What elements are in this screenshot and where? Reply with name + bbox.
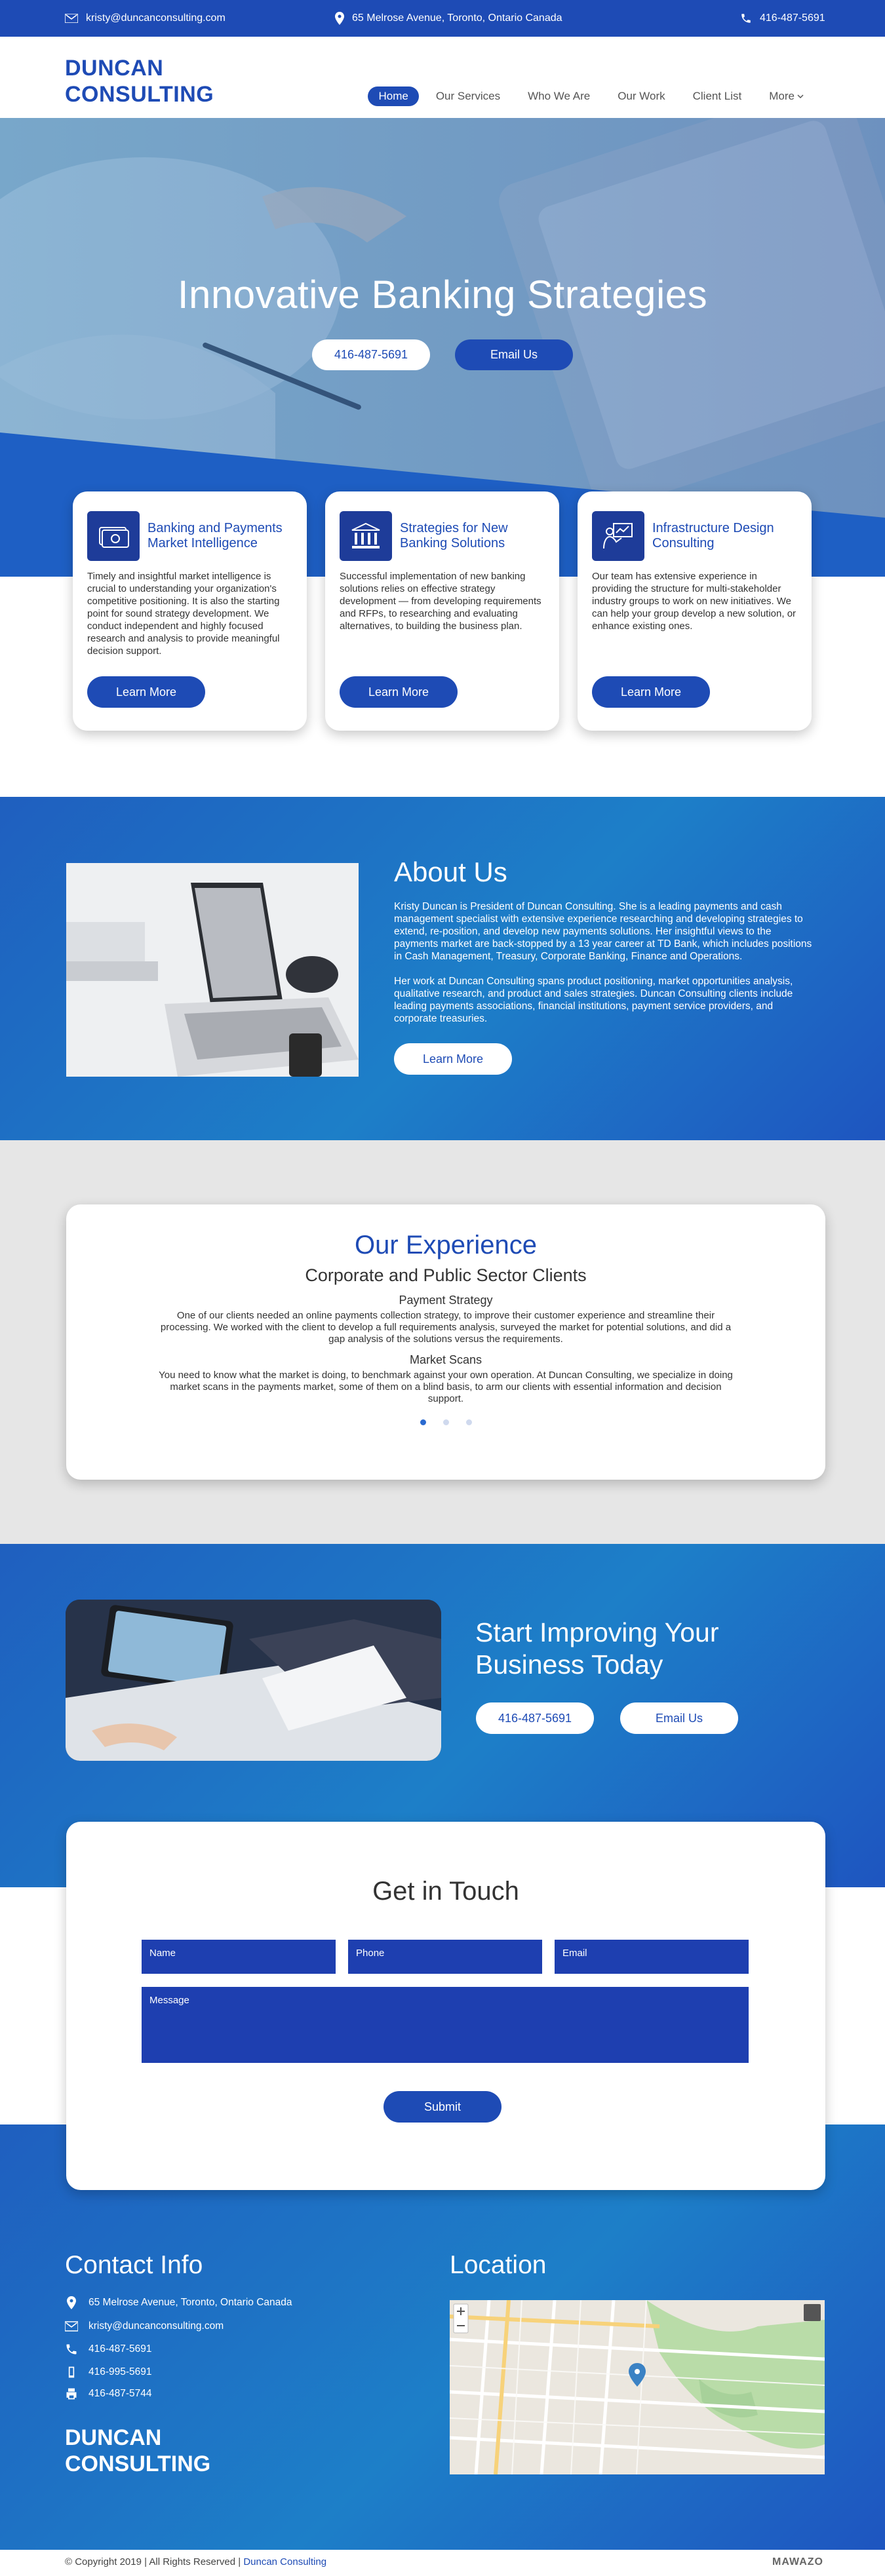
top-phone-text: 416-487-5691 [760,12,825,24]
bank-icon [340,511,392,561]
mobile-phone-icon [68,2366,75,2378]
top-address: 65 Melrose Avenue, Toronto, Ontario Cana… [335,0,562,37]
learn-more-button[interactable]: Learn More [592,676,710,708]
learn-more-button[interactable]: Learn More [340,676,458,708]
map-pin-icon [335,12,344,25]
contact-phone-text: 416-487-5691 [88,2343,152,2355]
hero-phone-button[interactable]: 416-487-5691 [312,339,430,370]
message-field[interactable]: Message [142,1987,749,2063]
service-card-banking-solutions: Strategies for New Banking Solutions Suc… [325,491,559,731]
contact-address-text: 65 Melrose Avenue, Toronto, Ontario Cana… [88,2297,292,2308]
map-pin-icon [67,2296,76,2309]
phone-field[interactable]: Phone [348,1940,542,1974]
credit-logo[interactable]: MAWAZO [772,2556,823,2568]
location-map[interactable] [450,2300,825,2474]
cta-email-button[interactable]: Email Us [620,1702,738,1734]
contact-mobile-link[interactable]: 416-995-5691 [65,2366,152,2379]
top-phone-link[interactable]: 416-487-5691 [740,0,825,37]
contact-address: 65 Melrose Avenue, Toronto, Ontario Cana… [65,2296,292,2309]
service-title: Infrastructure Design Consulting [652,521,774,550]
carousel-dot[interactable] [465,1419,472,1425]
brand-line-2: CONSULTING [65,82,214,107]
laptop-photo [66,863,359,1077]
experience-item-text: One of our clients needed an online paym… [160,1310,732,1345]
footer-brand-line-2: CONSULTING [65,2451,211,2476]
hero-title: Innovative Banking Strategies [177,273,708,317]
contact-form-title: Get in Touch [372,1877,519,1906]
service-text: Successful implementation of new banking… [340,571,541,632]
cash-icon [87,511,140,561]
top-bar: kristy@duncanconsulting.com 65 Melrose A… [0,0,885,37]
service-card-market-intelligence: Banking and Payments Market Intelligence… [73,491,307,731]
cta-phone-button[interactable]: 416-487-5691 [476,1702,594,1734]
carousel-dots [66,1419,825,1425]
envelope-icon [65,2321,78,2332]
main-menu: Home Our Services Who We Are Our Work Cl… [368,87,814,106]
about-paragraph-1: Kristy Duncan is President of Duncan Con… [394,901,812,962]
email-field[interactable]: Email [555,1940,749,1974]
footer-brand-logo[interactable]: DUNCAN CONSULTING [65,2425,210,2477]
brand-logo[interactable]: DUNCAN CONSULTING [65,55,214,107]
top-email-link[interactable]: kristy@duncanconsulting.com [65,0,226,37]
carousel-dot[interactable] [420,1419,426,1425]
hero-email-button[interactable]: Email Us [455,339,573,370]
envelope-icon [65,14,78,23]
contact-email-link[interactable]: kristy@duncanconsulting.com [65,2320,224,2333]
experience-card: Our Experience Corporate and Public Sect… [66,1204,825,1480]
service-card-infrastructure-design: Infrastructure Design Consulting Our tea… [578,491,812,731]
brand-line-1: DUNCAN [65,56,164,81]
name-field[interactable]: Name [142,1940,336,1974]
learn-more-button[interactable]: Learn More [87,676,205,708]
copyright-text: © Copyright 2019 | All Rights Reserved | [65,2556,244,2567]
contact-info-title: Contact Info [65,2251,203,2279]
experience-title: Our Experience [355,1231,537,1259]
carousel-dot[interactable] [442,1419,449,1425]
location-title: Location [450,2251,547,2279]
contact-phone-link[interactable]: 416-487-5691 [65,2343,152,2356]
service-text: Our team has extensive experience in pro… [592,571,796,632]
experience-subtitle: Corporate and Public Sector Clients [305,1265,587,1285]
nav-home[interactable]: Home [368,87,419,106]
service-title: Strategies for New Banking Solutions [400,521,508,550]
contact-mobile-text: 416-995-5691 [88,2366,152,2377]
nav-our-work[interactable]: Our Work [607,87,675,106]
top-address-text: 65 Melrose Avenue, Toronto, Ontario Cana… [352,12,562,24]
phone-icon [741,14,751,23]
cta-title: Start Improving Your Business Today [475,1617,719,1680]
fax-icon [66,2388,77,2400]
nav-client-list[interactable]: Client List [682,87,753,106]
tablet-photo [66,1600,441,1761]
nav-our-services[interactable]: Our Services [425,87,511,106]
experience-item-text: You need to know what the market is doin… [159,1370,733,1404]
experience-item-heading: Payment Strategy [399,1294,493,1307]
experience-item-heading: Market Scans [409,1353,482,1366]
chevron-down-icon [797,94,804,99]
contact-fax-text: 416-487-5744 [88,2388,152,2399]
about-paragraph-2: Her work at Duncan Consulting spans prod… [394,976,793,1024]
copyright: © Copyright 2019 | All Rights Reserved |… [65,2556,326,2567]
phone-icon [66,2344,77,2355]
contact-fax: 416-487-5744 [65,2387,152,2400]
nav-more[interactable]: More [758,87,814,106]
service-text: Timely and insightful market intelligenc… [87,571,280,657]
about-learn-more-button[interactable]: Learn More [394,1043,512,1075]
service-title: Banking and Payments Market Intelligence [148,521,283,550]
about-title: About Us [394,856,507,887]
footer-brand-line-1: DUNCAN [65,2425,162,2450]
contact-form-card: Get in Touch Name Phone Email Message Su… [66,1822,825,2190]
nav-more-label: More [769,90,795,102]
bottom-bar: © Copyright 2019 | All Rights Reserved |… [0,2550,885,2576]
consultant-presentation-icon [592,511,644,561]
header-nav: DUNCAN CONSULTING Home Our Services Who … [0,37,885,118]
submit-button[interactable]: Submit [384,2091,502,2123]
nav-who-we-are[interactable]: Who We Are [517,87,600,106]
top-email-text: kristy@duncanconsulting.com [86,12,226,24]
copyright-link[interactable]: Duncan Consulting [243,2556,326,2567]
contact-email-text: kristy@duncanconsulting.com [88,2320,224,2332]
